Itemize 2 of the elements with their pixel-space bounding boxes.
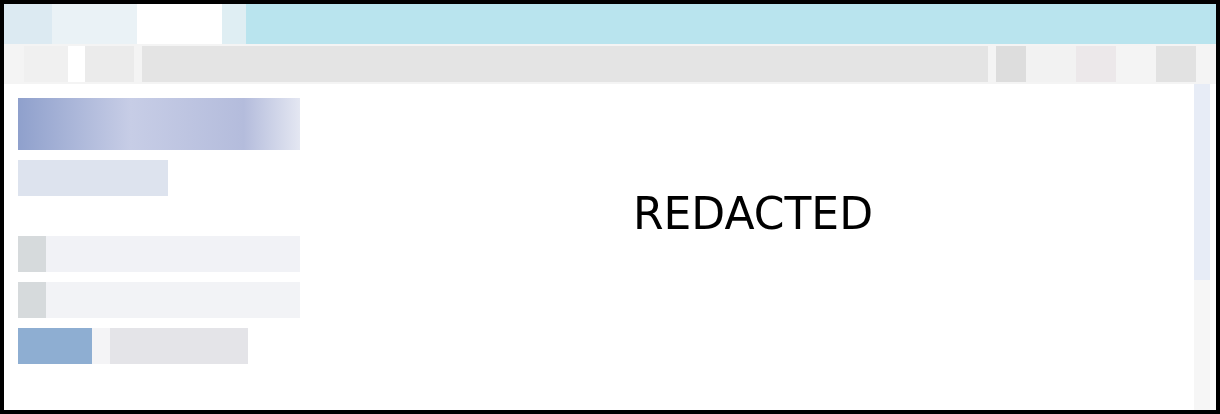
scrollbar[interactable] xyxy=(1194,84,1210,410)
redaction-label: REDACTED xyxy=(632,188,874,239)
